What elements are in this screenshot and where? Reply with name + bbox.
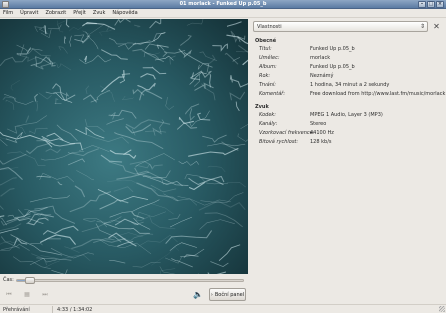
prop-row: Kanály: Stereo — [259, 121, 327, 127]
window-titlebar: 01 morlack - Funked Up p.05_b – □ × — [0, 0, 446, 9]
status-divider — [52, 306, 53, 313]
prop-row: Kodek: MPEG 1 Audio, Layer 3 (MP3) — [259, 112, 383, 118]
seek-slider[interactable] — [16, 277, 244, 284]
menu-zobrazit[interactable]: Zobrazit — [45, 10, 66, 16]
prop-row: Vzorkovací frekvence: 44100 Hz — [259, 130, 334, 136]
visualization — [0, 19, 248, 274]
time-label: Čas: — [3, 277, 14, 283]
side-panel: Vlastnosti ⇕ ✕ Obecné Titul: Funked Up p.… — [251, 19, 446, 303]
prop-row: Komentář: Free download from http://www.l… — [259, 91, 446, 97]
menu-napoveda[interactable]: Nápověda — [112, 10, 137, 16]
skip-forward-icon[interactable]: ⏭ — [40, 290, 50, 299]
section-general-title: Obecné — [255, 38, 277, 44]
seek-bar-area: Čas: — [0, 274, 248, 286]
window-close-button[interactable]: × — [436, 1, 444, 8]
menu-prejit[interactable]: Přejít — [73, 10, 86, 16]
side-panel-button[interactable]: › Boční panel — [209, 288, 246, 301]
prop-row: Titul: Funked Up p.05_b — [259, 46, 355, 52]
chevron-down-icon: ⇕ — [419, 23, 425, 30]
side-panel-label: Boční panel — [214, 291, 245, 298]
menu-upravit[interactable]: Úpravit — [20, 10, 38, 16]
volume-icon[interactable]: 🔈 — [192, 289, 204, 300]
menu-bar: Film Úpravit Zobrazit Přejít Zvuk Nápově… — [0, 9, 446, 18]
close-icon[interactable]: ✕ — [432, 22, 441, 31]
menu-zvuk[interactable]: Zvuk — [93, 10, 105, 16]
minimize-button[interactable]: – — [418, 1, 426, 8]
prop-row: Umělec: morlack — [259, 55, 331, 61]
section-audio-title: Zvuk — [255, 104, 269, 110]
playback-time: 4:33 / 1:34:02 — [57, 307, 93, 313]
menu-film[interactable]: Film — [3, 10, 13, 16]
status-bar: Přehrávání 4:33 / 1:34:02 — [0, 304, 446, 313]
skip-back-icon[interactable]: ⏮ — [4, 290, 14, 299]
dropdown-value: Vlastnosti — [257, 24, 282, 30]
side-panel-dropdown[interactable]: Vlastnosti ⇕ — [253, 21, 428, 32]
maximize-button[interactable]: □ — [427, 1, 435, 8]
prop-row: Bitová rychlost: 128 kb/s — [259, 139, 332, 145]
playback-controls: ⏮ ▦ ⏭ 🔈 › Boční panel — [0, 287, 248, 303]
window-title: 01 morlack - Funked Up p.05_b — [179, 1, 267, 7]
prop-row: Album: Funked Up p.05_b — [259, 64, 355, 70]
prop-row: Rok: Neznámý — [259, 73, 334, 79]
seek-thumb[interactable] — [24, 277, 35, 284]
chevron-right-icon: › — [210, 291, 213, 298]
resize-grip[interactable] — [439, 306, 445, 312]
prop-row: Trvání: 1 hodina, 34 minut a 2 sekundy — [259, 82, 390, 88]
video-area[interactable] — [0, 19, 248, 274]
playback-state: Přehrávání — [3, 307, 30, 313]
play-pause-icon[interactable]: ▦ — [22, 290, 32, 299]
